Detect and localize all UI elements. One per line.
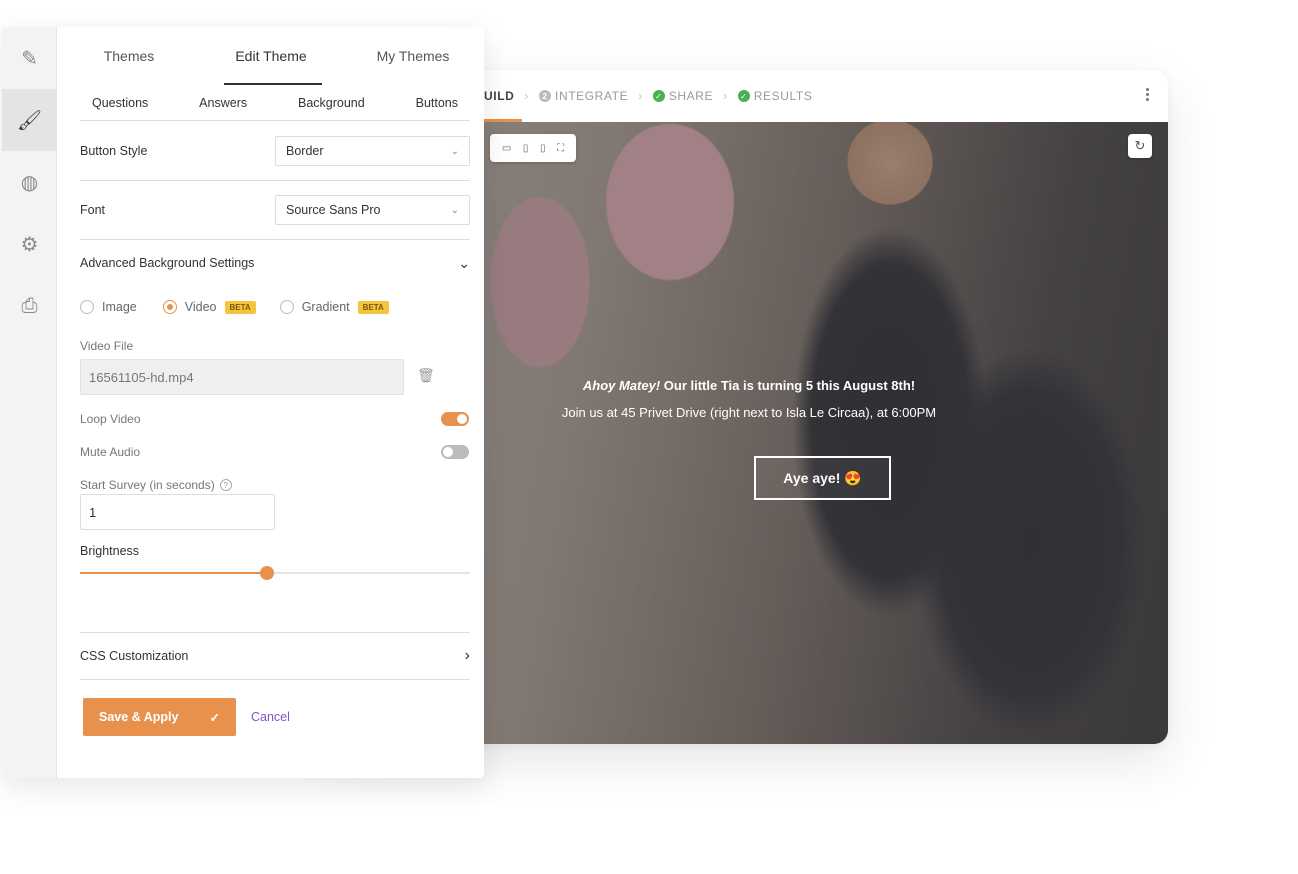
save-apply-label: Save & Apply (99, 710, 179, 724)
invite-headline-text: Our little Tia is turning 5 this August … (660, 378, 916, 393)
theme-subtabs: Questions Answers Background Buttons (80, 85, 470, 121)
radio-video-label: Video (184, 300, 217, 314)
loop-video-label: Loop Video (80, 412, 141, 426)
help-icon[interactable]: ? (219, 479, 232, 491)
step-integrate[interactable]: › 2 INTEGRATE (514, 89, 628, 103)
invite-greeting: Ahoy Matey! (582, 378, 661, 393)
check-circle-icon: ✓ (737, 90, 750, 102)
divider (80, 239, 470, 240)
check-icon: ✓ (209, 710, 220, 725)
step-share-label: SHARE (668, 89, 714, 103)
start-survey-input[interactable]: 1 (80, 494, 275, 530)
save-apply-button[interactable]: Save & Apply ✓ (83, 698, 236, 736)
refresh-icon[interactable]: ↻ (1128, 134, 1152, 158)
step-share[interactable]: › ✓ SHARE (628, 89, 713, 103)
css-customization-toggle[interactable]: CSS Customization › (80, 646, 470, 666)
divider (80, 632, 470, 633)
beta-badge: BETA (357, 300, 389, 314)
font-select[interactable]: Source Sans Pro ⌄ (275, 195, 470, 225)
more-options-icon[interactable] (1146, 88, 1150, 101)
device-toggle-bar: ▭ ▯ ▯ ⛶ (490, 134, 576, 162)
step-integrate-label: INTEGRATE (555, 89, 629, 103)
brightness-slider-thumb[interactable] (260, 566, 275, 580)
editor-pane: Themes Edit Theme My Themes Questions An… (58, 27, 484, 778)
tablet-icon[interactable]: ▯ (523, 143, 529, 154)
chevron-right-icon: › (723, 89, 728, 103)
background-type-radios: Image Video BETA Gradient BETA (80, 300, 413, 314)
cta-button[interactable]: Aye aye! 😍 (754, 456, 891, 500)
radio-video[interactable] (162, 300, 177, 314)
chevron-right-icon: › (524, 89, 530, 103)
video-file-label: Video File (80, 339, 134, 353)
subtab-background[interactable]: Background (286, 96, 377, 110)
advanced-background-label: Advanced Background Settings (80, 256, 255, 270)
gear-icon[interactable]: ⚙ (2, 213, 57, 275)
radio-image[interactable] (80, 300, 94, 314)
tab-edit-theme[interactable]: Edit Theme (200, 27, 342, 85)
subtab-questions[interactable]: Questions (80, 96, 160, 110)
step-build[interactable]: UILD (484, 89, 514, 103)
css-customization-label: CSS Customization (80, 649, 189, 663)
tab-my-themes[interactable]: My Themes (342, 27, 484, 85)
theme-editor-panel: ✎ 🖌 ◍ ⚙ ⎙ Themes Edit Theme My Themes Qu… (2, 27, 484, 778)
chevron-down-icon: ⌄ (450, 145, 459, 157)
mute-audio-toggle[interactable] (441, 445, 469, 459)
tool-rail: ✎ 🖌 ◍ ⚙ ⎙ (2, 27, 57, 778)
chevron-right-icon: › (464, 647, 470, 664)
radio-image-label: Image (102, 300, 137, 314)
chevron-right-icon: › (638, 89, 643, 103)
radio-gradient-label: Gradient (301, 300, 350, 314)
theme-tabs: Themes Edit Theme My Themes (58, 27, 484, 85)
brightness-slider-fill (80, 572, 268, 574)
beta-badge: BETA (224, 300, 256, 314)
step-number-badge: 2 (539, 90, 552, 102)
button-style-select[interactable]: Border ⌄ (275, 136, 470, 166)
step-results-label: RESULTS (753, 89, 813, 103)
radio-gradient[interactable] (279, 300, 294, 314)
paintbrush-icon[interactable]: 🖌 (2, 89, 57, 151)
button-style-value: Border (286, 144, 324, 158)
start-survey-label: Start Survey (in seconds) (80, 478, 215, 492)
pencil-icon[interactable]: ✎ (2, 27, 57, 89)
subtab-answers[interactable]: Answers (187, 96, 259, 110)
loop-video-toggle[interactable] (441, 412, 469, 426)
brightness-slider[interactable] (80, 566, 470, 580)
font-value: Source Sans Pro (286, 203, 381, 217)
subtab-buttons[interactable]: Buttons (404, 96, 470, 110)
cancel-link[interactable]: Cancel (251, 710, 290, 724)
divider (80, 180, 470, 181)
desktop-icon[interactable]: ▭ (502, 143, 511, 154)
check-circle-icon: ✓ (652, 90, 665, 102)
trash-icon[interactable]: 🗑 (417, 367, 435, 384)
start-survey-label-row: Start Survey (in seconds) ? (80, 478, 232, 492)
chevron-down-icon: ⌄ (458, 254, 470, 271)
fullscreen-icon[interactable]: ⛶ (557, 143, 564, 154)
video-file-input[interactable]: 16561105-hd.mp4 (80, 359, 404, 395)
step-build-label: UILD (484, 89, 515, 103)
globe-icon[interactable]: ◍ (2, 151, 57, 213)
brightness-label: Brightness (80, 544, 140, 558)
mute-audio-label: Mute Audio (80, 445, 141, 459)
divider (80, 679, 470, 680)
printer-icon[interactable]: ⎙ (2, 275, 57, 337)
mobile-icon[interactable]: ▯ (540, 143, 546, 154)
step-results[interactable]: › ✓ RESULTS (713, 89, 812, 103)
tab-themes[interactable]: Themes (58, 27, 200, 85)
advanced-background-toggle[interactable]: Advanced Background Settings ⌄ (80, 253, 470, 273)
chevron-down-icon: ⌄ (450, 204, 459, 216)
